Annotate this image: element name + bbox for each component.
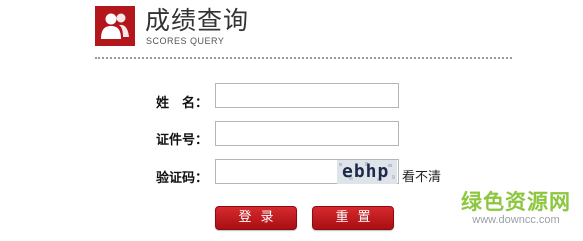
watermark-text: 绿色资源网 [461,190,571,214]
watermark-url: www.downcc.com [472,214,560,226]
watermark: 绿色资源网 www.downcc.com [461,190,571,227]
login-button[interactable]: 登录 [215,206,297,230]
page-subtitle: SCORES QUERY [146,36,225,46]
reset-button[interactable]: 重置 [312,206,394,230]
name-label: 姓 名： [155,96,208,111]
id-label: 证件号： [155,133,208,148]
users-icon [101,13,129,39]
id-number-input[interactable] [215,121,399,146]
refresh-captcha-link[interactable]: 看不清 [402,166,441,185]
logo [95,6,135,46]
divider [95,57,512,59]
captcha-image[interactable]: ebhp [337,160,397,184]
page-title: 成绩查询 [145,6,250,35]
name-input[interactable] [215,83,399,108]
captcha-label: 验证码： [155,171,208,186]
captcha-text: ebhp [342,161,390,182]
